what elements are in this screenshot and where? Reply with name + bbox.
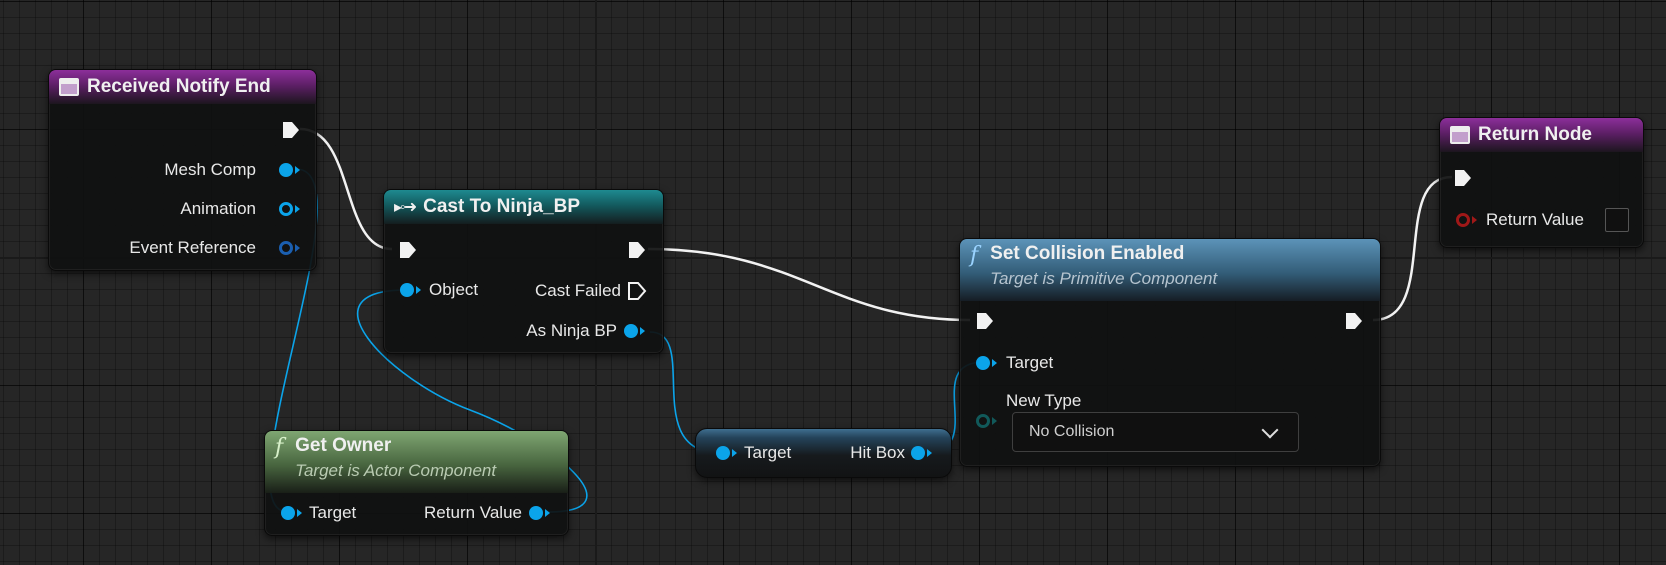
cast-failed-exec-pin[interactable] <box>627 281 647 301</box>
pin-arrow-icon <box>992 359 997 367</box>
node-title: Received Notify End <box>87 76 271 97</box>
cast-to-ninja-node[interactable]: ▸◦➜ Cast To Ninja_BP Object Cast Failed … <box>383 189 664 354</box>
node-subtitle: Target is Primitive Component <box>990 269 1218 288</box>
hit-box-pin[interactable] <box>911 446 925 460</box>
node-header: f Set Collision Enabled Target is Primit… <box>960 239 1380 301</box>
received-notify-end-node[interactable]: Received Notify End Mesh Comp Animation … <box>48 69 317 271</box>
chevron-down-icon <box>1261 421 1279 439</box>
target-label: Target <box>309 503 357 522</box>
pin-arrow-icon <box>295 166 300 174</box>
event-reference-label: Event Reference <box>129 238 256 257</box>
exec-wire-cast-to-setcollision[interactable] <box>647 247 971 322</box>
cast-icon: ▸◦➜ <box>394 199 417 216</box>
hit-box-label: Hit Box <box>850 443 905 462</box>
node-title: Return Node <box>1478 124 1592 145</box>
new-type-label: New Type <box>1006 391 1082 410</box>
new-type-dropdown[interactable]: No Collision <box>1012 412 1299 452</box>
exec-input-pin[interactable] <box>975 311 995 331</box>
pin-arrow-icon <box>416 286 421 294</box>
event-reference-pin[interactable] <box>279 241 293 255</box>
get-owner-node[interactable]: f Get Owner Target is Actor Component Ta… <box>264 430 569 536</box>
pin-arrow-icon <box>927 449 932 457</box>
pin-arrow-icon <box>295 205 300 213</box>
exec-input-pin[interactable] <box>398 240 418 260</box>
function-icon: f <box>970 243 979 268</box>
node-subtitle: Target is Actor Component <box>295 461 497 480</box>
return-value-label: Return Value <box>424 503 522 522</box>
node-header: f Get Owner Target is Actor Component <box>265 431 568 493</box>
node-header: Received Notify End <box>49 70 316 104</box>
exec-output-pin[interactable] <box>281 120 301 140</box>
pin-arrow-icon <box>992 417 997 425</box>
object-pin[interactable] <box>400 283 414 297</box>
animation-label: Animation <box>180 199 256 218</box>
return-value-pin[interactable] <box>1456 213 1470 227</box>
target-pin[interactable] <box>976 356 990 370</box>
mesh-comp-label: Mesh Comp <box>164 160 256 179</box>
node-title: Set Collision Enabled <box>990 243 1185 264</box>
target-label: Target <box>744 443 792 462</box>
pin-arrow-icon <box>732 449 737 457</box>
as-ninja-bp-label: As Ninja BP <box>526 321 617 340</box>
node-title: Get Owner <box>295 435 392 456</box>
exec-input-pin[interactable] <box>1453 168 1473 188</box>
node-header: Return Node <box>1440 118 1643 152</box>
pin-arrow-icon <box>295 244 300 252</box>
hit-box-variable-node[interactable]: Target Hit Box <box>695 428 952 478</box>
mesh-comp-pin[interactable] <box>279 163 293 177</box>
return-node[interactable]: Return Node Return Value <box>1439 117 1644 248</box>
object-label: Object <box>429 280 479 299</box>
return-value-label: Return Value <box>1486 210 1584 229</box>
pin-arrow-icon <box>1472 216 1477 224</box>
animation-pin[interactable] <box>279 202 293 216</box>
function-icon: f <box>275 435 284 460</box>
target-label: Target <box>1006 353 1054 372</box>
new-type-pin[interactable] <box>976 414 990 428</box>
node-header: ▸◦➜ Cast To Ninja_BP <box>384 190 663 224</box>
exec-output-pin[interactable] <box>1344 311 1364 331</box>
dropdown-value: No Collision <box>1029 423 1115 440</box>
pin-arrow-icon <box>545 509 550 517</box>
event-icon <box>59 78 79 96</box>
event-icon <box>1450 126 1470 144</box>
return-value-checkbox[interactable] <box>1605 208 1629 232</box>
set-collision-enabled-node[interactable]: f Set Collision Enabled Target is Primit… <box>959 238 1381 467</box>
pin-arrow-icon <box>297 509 302 517</box>
return-value-pin[interactable] <box>529 506 543 520</box>
target-pin[interactable] <box>716 446 730 460</box>
node-title: Cast To Ninja_BP <box>423 196 581 217</box>
target-pin[interactable] <box>281 506 295 520</box>
as-ninja-bp-pin[interactable] <box>624 324 638 338</box>
cast-failed-label: Cast Failed <box>535 281 621 300</box>
exec-output-pin[interactable] <box>627 240 647 260</box>
pin-arrow-icon <box>640 327 645 335</box>
